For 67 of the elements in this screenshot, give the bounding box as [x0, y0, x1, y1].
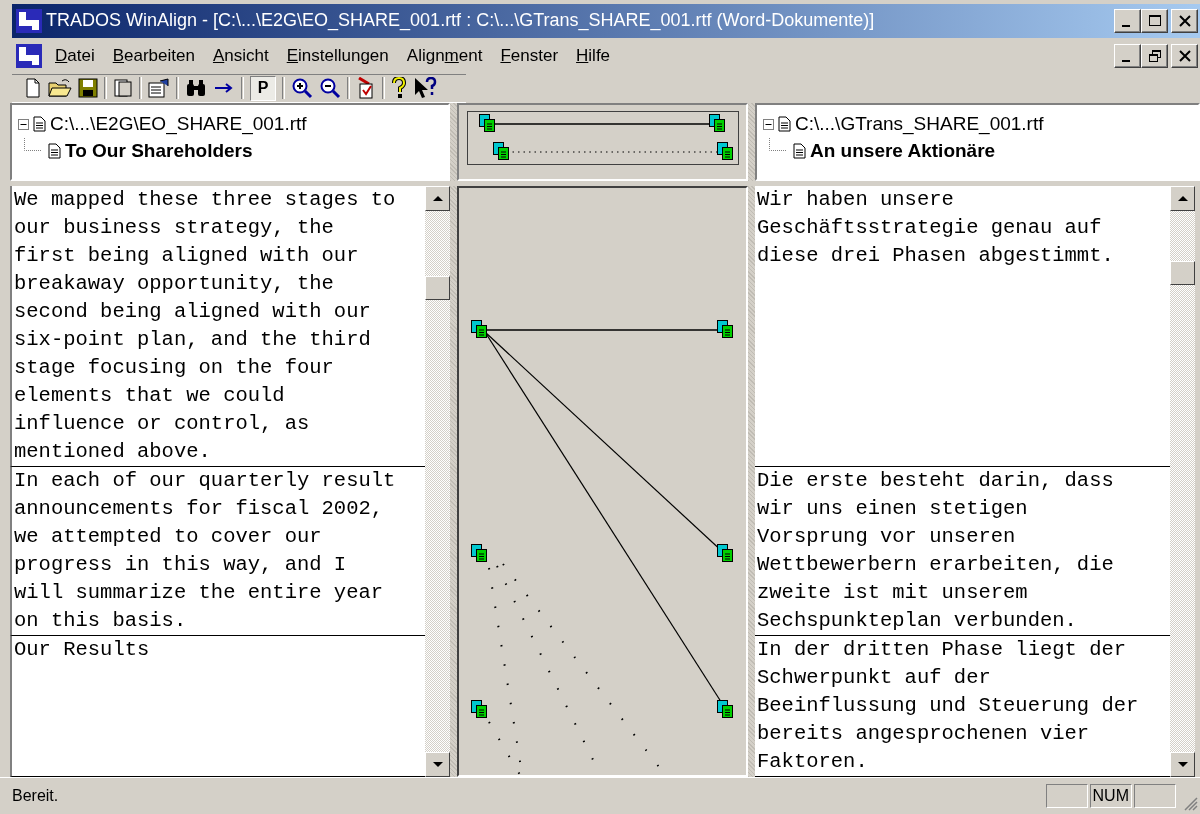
num-lock-indicator: NUM [1089, 784, 1132, 808]
down-arrow-icon [431, 760, 444, 769]
scroll-down-button[interactable] [425, 752, 450, 778]
menu-item[interactable]: Hilfe [567, 45, 620, 66]
zoom-out-icon[interactable] [319, 77, 341, 100]
scroll-up-button[interactable] [1170, 185, 1195, 211]
heading-node[interactable]: An unsere Aktionäre [810, 140, 996, 163]
close-icon [1177, 13, 1192, 28]
close-button[interactable] [1171, 43, 1198, 68]
document-icon [33, 116, 46, 133]
app-logo-icon [16, 8, 42, 33]
new-document-icon[interactable] [24, 78, 42, 99]
vertical-scrollbar[interactable] [1170, 185, 1195, 778]
zoom-in-icon[interactable] [291, 77, 313, 100]
collapse-icon[interactable] [763, 118, 774, 130]
minimize-icon [1121, 24, 1130, 27]
maximize-icon [1147, 13, 1162, 28]
scroll-down-button[interactable] [1170, 752, 1195, 778]
document-icon [48, 143, 61, 160]
close-icon [1177, 48, 1192, 63]
help-icon[interactable] [391, 77, 407, 100]
minimize-icon [1121, 59, 1130, 62]
save-icon[interactable] [78, 78, 98, 99]
vertical-scrollbar[interactable] [425, 185, 450, 778]
up-arrow-icon [431, 194, 444, 203]
source-segment[interactable]: We mapped these three stages to our business strategy, the first being aligned with our breakaway opportunity, the second being aligned with our six-point plan, and the third stage focusing on the four elements that we could influence or control, as mentioned above. [10, 185, 425, 467]
menu-item[interactable]: Bearbeiten [103, 45, 204, 66]
menu-item[interactable]: Fenster [491, 45, 568, 66]
source-segment[interactable]: Our Results [10, 635, 425, 778]
size-grip-icon[interactable] [1182, 795, 1198, 811]
document-icon [793, 143, 806, 160]
scrollbar-thumb[interactable] [425, 275, 450, 300]
binoculars-icon[interactable] [185, 78, 207, 99]
status-panel [1134, 784, 1176, 808]
paragraph-toggle-button[interactable]: P [250, 75, 276, 101]
restore-button[interactable] [1141, 43, 1168, 68]
up-arrow-icon [1176, 194, 1189, 203]
target-segment[interactable]: In der dritten Phase liegt der Schwerpunkt auf der Beeinflussung und Steuerung der bereits angesprochenen vier Faktoren. [755, 635, 1170, 778]
status-panel [1045, 784, 1088, 808]
document-icon [778, 116, 791, 133]
context-help-icon[interactable] [413, 77, 437, 100]
checklist-icon[interactable] [356, 77, 376, 100]
target-segment[interactable]: Die erste besteht darin, dass wir uns einen stetigen Vorsprung vor unseren Wettbewerbern erarbeiten, die zweite ist mit unserem Sechspunkteplan verbunden. [755, 466, 1170, 636]
target-segment[interactable]: Wir haben unsere Geschäftsstrategie genau auf diese drei Phasen abgestimmt. [755, 185, 1170, 467]
minimize-button[interactable] [1114, 43, 1141, 68]
menu-item[interactable]: Einstellungen [277, 45, 398, 66]
menu-item[interactable]: Alignment [397, 45, 492, 66]
close-button[interactable] [1171, 8, 1198, 33]
down-arrow-icon [1176, 760, 1189, 769]
status-text: Bereit. [12, 787, 59, 805]
collapse-icon[interactable] [18, 118, 29, 130]
document-logo-icon [16, 42, 42, 69]
maximize-button[interactable] [1141, 8, 1168, 33]
menu-item[interactable]: Ansicht [203, 45, 278, 66]
scroll-up-button[interactable] [425, 185, 450, 211]
source-segment[interactable]: In each of our quarterly result announcements for fiscal 2002, we attempted to cover our progress in this way, and I will summarize the entire year on this basis. [10, 466, 425, 636]
heading-node[interactable]: To Our Shareholders [65, 140, 253, 163]
properties-icon[interactable] [148, 78, 170, 99]
file-path[interactable]: C:\...\E2G\EO_SHARE_001.rtf [50, 113, 307, 136]
restore-icon [1147, 48, 1162, 63]
scrollbar-thumb[interactable] [1170, 260, 1195, 285]
menu-item[interactable]: Datei [46, 45, 104, 66]
window-title: TRADOS WinAlign - [C:\...\E2G\EO_SHARE_001.rtf : C:\...\GTrans_SHARE_001.rtf (Word-Dokumente)] [46, 10, 875, 32]
file-path[interactable]: C:\...\GTrans_SHARE_001.rtf [795, 113, 1044, 136]
open-folder-icon[interactable] [48, 78, 72, 99]
minimize-button[interactable] [1114, 8, 1141, 33]
pages-icon[interactable] [113, 78, 133, 99]
